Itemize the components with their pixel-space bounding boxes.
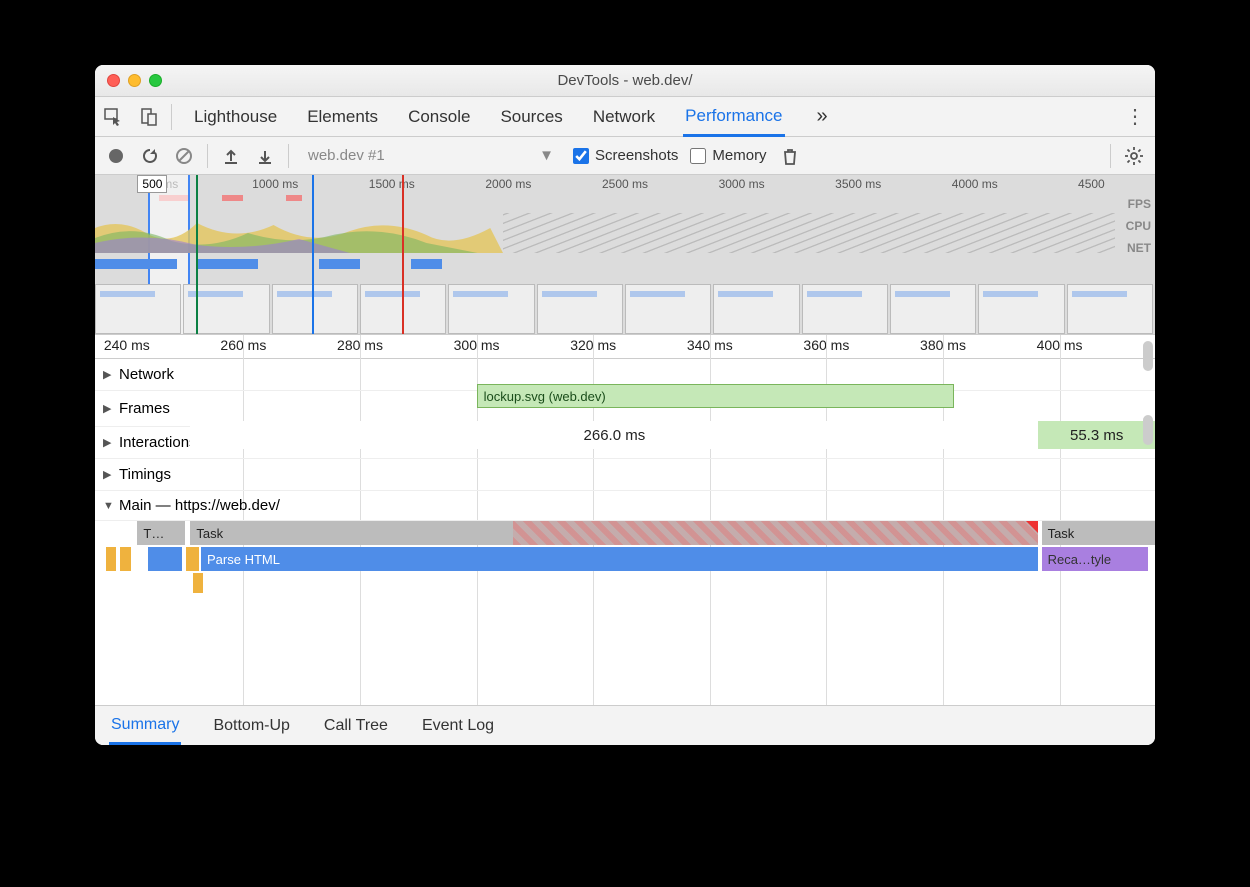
more-tabs-icon[interactable]: »	[811, 105, 828, 128]
marker-blue	[312, 175, 314, 334]
disclosure-triangle-icon[interactable]: ▶	[103, 436, 115, 449]
screenshot-thumb[interactable]	[1067, 284, 1153, 334]
panel-tabs: Lighthouse Elements Console Sources Netw…	[192, 98, 828, 136]
memory-label: Memory	[712, 147, 766, 164]
tab-call-tree[interactable]: Call Tree	[322, 709, 390, 743]
flame-chart[interactable]: 240 ms 260 ms 280 ms 300 ms 320 ms 340 m…	[95, 335, 1155, 705]
track-label: Network	[119, 366, 174, 383]
long-task-marker	[286, 195, 302, 201]
long-task-marker	[222, 195, 243, 201]
frames-bar[interactable]: 55.3 ms	[1038, 421, 1155, 449]
scrollbar-thumb[interactable]	[1143, 341, 1153, 371]
script-block[interactable]	[186, 547, 199, 571]
screenshot-thumb[interactable]	[537, 284, 623, 334]
garbage-collect-icon[interactable]	[779, 145, 801, 167]
tab-performance[interactable]: Performance	[683, 98, 784, 137]
track-label: Interactions	[119, 434, 197, 451]
screenshot-thumb[interactable]	[95, 284, 181, 334]
overview-screenshot-strip	[95, 284, 1155, 334]
screenshot-thumb[interactable]	[272, 284, 358, 334]
disclosure-triangle-icon[interactable]: ▼	[103, 500, 115, 512]
parse-html-bar[interactable]: Parse HTML	[201, 547, 1038, 571]
screenshots-checkbox[interactable]	[573, 148, 589, 164]
memory-toggle[interactable]: Memory	[690, 147, 766, 164]
overview-lane-labels: FPS CPU NET	[1126, 197, 1151, 255]
track-label: Frames	[119, 400, 170, 417]
screenshot-thumb[interactable]	[802, 284, 888, 334]
scrollbar-thumb[interactable]	[1143, 415, 1153, 445]
tab-event-log[interactable]: Event Log	[420, 709, 496, 743]
screenshot-thumb[interactable]	[890, 284, 976, 334]
screenshots-toggle[interactable]: Screenshots	[573, 147, 678, 164]
main-thread-header[interactable]: ▼ Main — https://web.dev/	[95, 491, 1155, 521]
kebab-menu-icon[interactable]: ⋮	[1115, 104, 1155, 129]
task-bar[interactable]: T…	[137, 521, 185, 545]
chevron-down-icon: ▼	[539, 147, 554, 164]
screenshot-thumb[interactable]	[625, 284, 711, 334]
marker-red	[402, 175, 404, 334]
tab-sources[interactable]: Sources	[498, 99, 564, 135]
script-block[interactable]	[106, 547, 117, 571]
performance-toolbar: web.dev #1 ▼ Screenshots Memory	[95, 137, 1155, 175]
tab-elements[interactable]: Elements	[305, 99, 380, 135]
tracks: ▶ Network lockup.svg (web.dev) ▶ Frames …	[95, 359, 1155, 599]
disclosure-triangle-icon[interactable]: ▶	[103, 402, 115, 415]
screenshots-label: Screenshots	[595, 147, 678, 164]
task-bar[interactable]: Task	[190, 521, 1038, 545]
tab-console[interactable]: Console	[406, 99, 472, 135]
separator	[288, 144, 289, 168]
separator	[1110, 144, 1111, 168]
overview-cpu-lane	[95, 213, 1115, 253]
track-label: Timings	[119, 466, 171, 483]
recalculate-style-bar[interactable]: Reca…tyle	[1042, 547, 1148, 571]
panel-tabs-row: Lighthouse Elements Console Sources Netw…	[95, 97, 1155, 137]
overview-strip[interactable]: 500 ms 1000 ms 1500 ms 2000 ms 2500 ms 3…	[95, 175, 1155, 335]
separator	[207, 144, 208, 168]
save-profile-icon[interactable]	[254, 145, 276, 167]
parse-html-bar[interactable]	[148, 547, 182, 571]
separator	[171, 104, 172, 130]
track-main: ▼ Main — https://web.dev/ T… Task Task	[95, 491, 1155, 599]
session-label: web.dev #1	[308, 147, 385, 164]
script-block[interactable]	[120, 547, 131, 571]
script-block[interactable]	[193, 573, 204, 593]
inspect-element-icon[interactable]	[95, 97, 131, 137]
overview-time-axis: 500 ms 1000 ms 1500 ms 2000 ms 2500 ms 3…	[95, 177, 1155, 195]
overview-net-lane	[95, 259, 1115, 269]
clear-button[interactable]	[173, 145, 195, 167]
flame-time-axis: 240 ms 260 ms 280 ms 300 ms 320 ms 340 m…	[95, 335, 1155, 359]
track-timings[interactable]: ▶ Timings	[95, 459, 1155, 491]
disclosure-triangle-icon[interactable]: ▶	[103, 468, 115, 481]
titlebar: DevTools - web.dev/	[95, 65, 1155, 97]
screenshot-thumb[interactable]	[448, 284, 534, 334]
screenshot-thumb[interactable]	[978, 284, 1064, 334]
device-toolbar-icon[interactable]	[131, 97, 167, 137]
screenshot-thumb[interactable]	[713, 284, 799, 334]
track-label: Main — https://web.dev/	[119, 497, 280, 514]
task-bar[interactable]: Task	[1042, 521, 1155, 545]
reload-record-button[interactable]	[139, 145, 161, 167]
network-request-bar[interactable]: lockup.svg (web.dev)	[477, 384, 954, 408]
tab-lighthouse[interactable]: Lighthouse	[192, 99, 279, 135]
disclosure-triangle-icon[interactable]: ▶	[103, 368, 115, 381]
record-button[interactable]	[105, 145, 127, 167]
marker-green	[196, 175, 198, 334]
details-tabs: Summary Bottom-Up Call Tree Event Log	[95, 705, 1155, 745]
tab-bottom-up[interactable]: Bottom-Up	[211, 709, 291, 743]
devtools-window: DevTools - web.dev/ Lighthouse Elements …	[95, 65, 1155, 745]
tab-network[interactable]: Network	[591, 99, 657, 135]
load-profile-icon[interactable]	[220, 145, 242, 167]
session-selector[interactable]: web.dev #1 ▼	[301, 144, 561, 167]
frames-bar[interactable]: 266.0 ms	[190, 421, 1038, 449]
long-task-flag-icon	[1026, 521, 1038, 533]
settings-gear-icon[interactable]	[1123, 145, 1145, 167]
overview-selection-label: 500	[137, 175, 167, 193]
memory-checkbox[interactable]	[690, 148, 706, 164]
tab-summary[interactable]: Summary	[109, 708, 181, 745]
window-title: DevTools - web.dev/	[95, 72, 1155, 89]
